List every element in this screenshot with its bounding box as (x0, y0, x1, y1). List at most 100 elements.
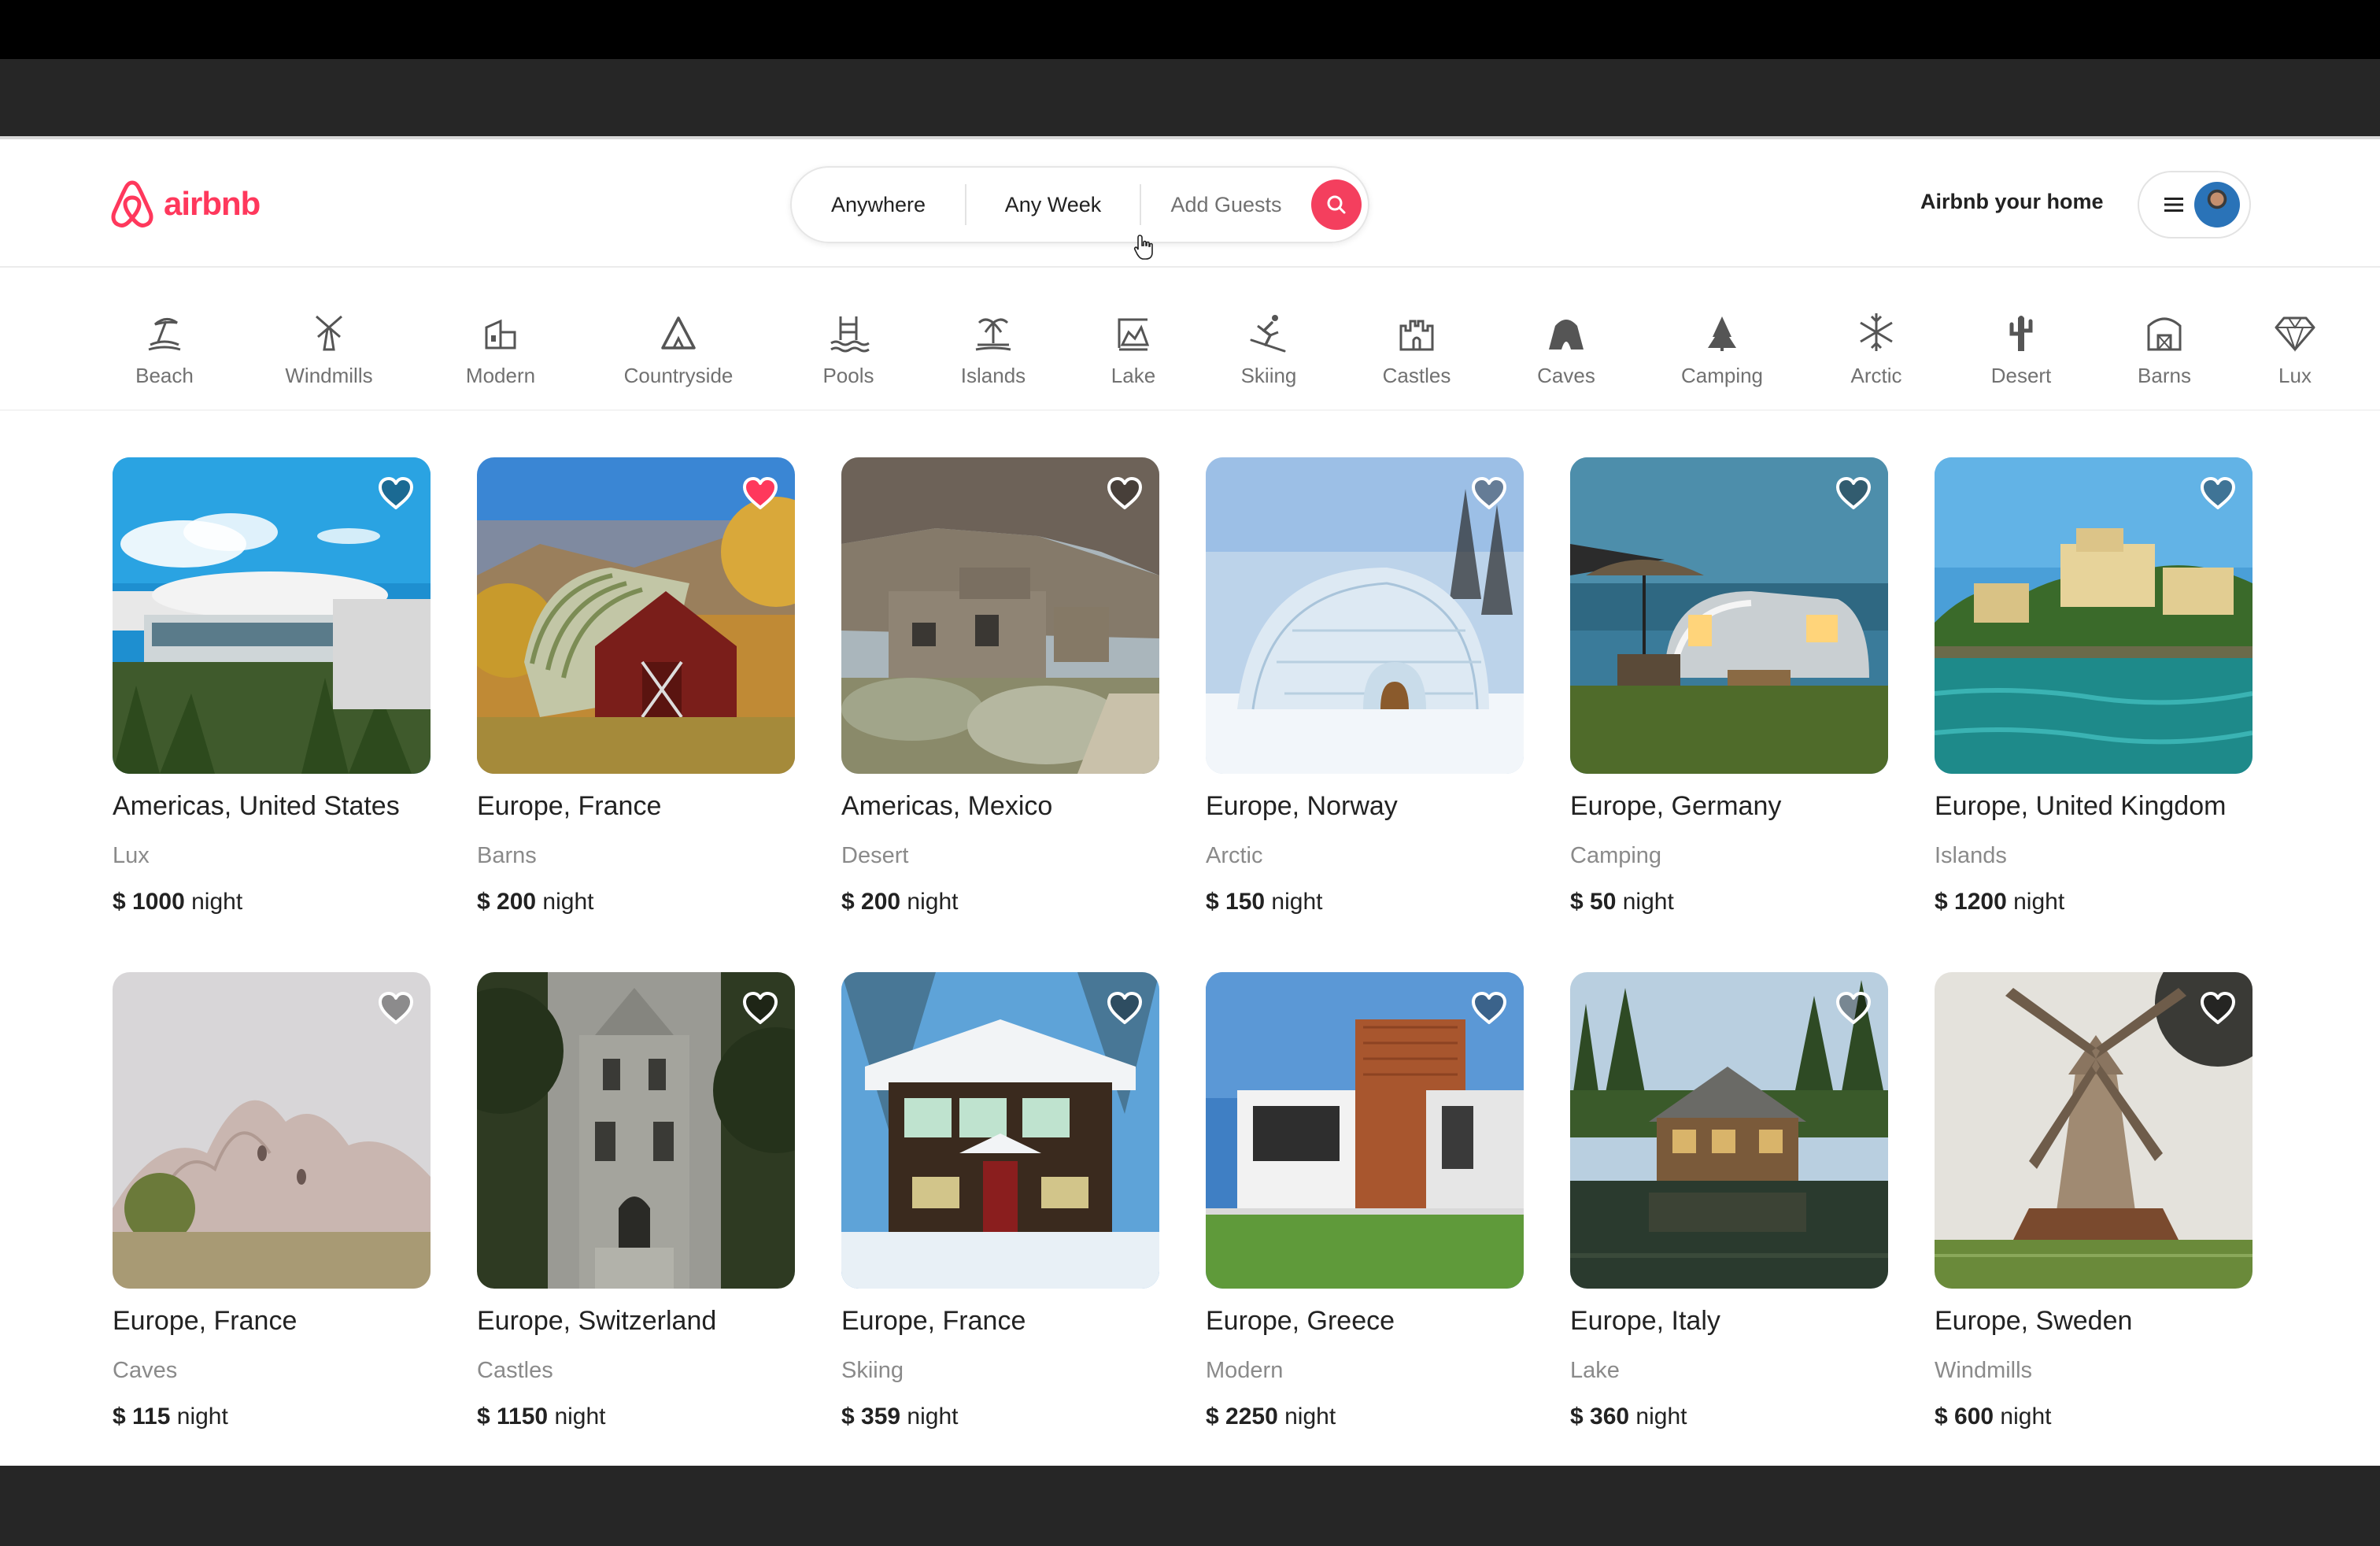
price-unit: night (542, 889, 594, 915)
search-week-button[interactable]: Any Week (966, 184, 1141, 225)
favorite-heart-icon[interactable] (377, 991, 415, 1026)
listing-location: Europe, France (477, 791, 662, 821)
search-location-button[interactable]: Anywhere (792, 184, 966, 225)
category-label: Windmills (285, 364, 373, 387)
listing-category: Lux (113, 843, 150, 868)
listing-category: Lake (1570, 1358, 1620, 1383)
favorite-heart-icon[interactable] (741, 476, 779, 511)
listing-price: $ 200 night (477, 889, 795, 920)
listing-price: $ 1150 night (477, 1404, 795, 1435)
listing-location: Europe, France (841, 1306, 1026, 1336)
listing-card[interactable]: Europe, Sweden Windmills $ 600 night (1935, 972, 2252, 1435)
favorite-heart-icon[interactable] (741, 991, 779, 1026)
favorite-heart-icon[interactable] (1106, 991, 1144, 1026)
category-castles[interactable]: Castles (1350, 310, 1484, 388)
listing-price: $ 600 night (1935, 1404, 2252, 1435)
category-arctic[interactable]: Arctic (1809, 310, 1943, 388)
listing-category: Windmills (1935, 1358, 2033, 1383)
windmill-icon (307, 310, 351, 354)
listing-card[interactable]: Americas, Mexico Desert $ 200 night (841, 457, 1159, 920)
listing-price: $ 50 night (1570, 889, 1888, 920)
favorite-heart-icon[interactable] (1106, 476, 1144, 511)
listing-photo[interactable] (1206, 457, 1524, 774)
airbnb-logo[interactable]: airbnb (110, 179, 261, 229)
favorite-heart-icon[interactable] (1835, 991, 1872, 1026)
listing-card[interactable]: Europe, Italy Lake $ 360 night (1570, 972, 1888, 1435)
favorite-heart-icon[interactable] (1470, 476, 1508, 511)
listing-card[interactable]: Europe, Switzerland Castles $ 1150 night (477, 972, 795, 1435)
category-modern[interactable]: Modern (434, 310, 567, 388)
user-menu-button[interactable] (2138, 171, 2251, 239)
favorite-heart-icon[interactable] (2199, 476, 2237, 511)
price-unit: night (176, 1404, 228, 1429)
listing-photo[interactable] (1935, 972, 2252, 1289)
listing-category: Barns (477, 843, 537, 868)
lake-icon (1111, 310, 1155, 354)
price-amount: $ 2250 (1206, 1404, 1278, 1429)
category-countryside[interactable]: Countryside (612, 310, 745, 388)
favorite-heart-icon[interactable] (377, 476, 415, 511)
listing-card[interactable]: Europe, Germany Camping $ 50 night (1570, 457, 1888, 920)
search-button[interactable] (1311, 179, 1362, 230)
category-label: Lake (1111, 364, 1156, 387)
category-caves[interactable]: Caves (1499, 310, 1633, 388)
listing-photo[interactable] (113, 457, 431, 774)
listing-photo[interactable] (841, 457, 1159, 774)
listing-photo[interactable] (1570, 457, 1888, 774)
category-label: Beach (135, 364, 194, 387)
favorite-heart-icon[interactable] (1835, 476, 1872, 511)
listing-category: Camping (1570, 843, 1662, 868)
listing-photo[interactable] (477, 972, 795, 1289)
hamburger-icon (2164, 198, 2183, 212)
browser-chrome (0, 59, 2380, 136)
listing-location: Americas, United States (113, 791, 400, 821)
listing-card[interactable]: Europe, Greece Modern $ 2250 night (1206, 972, 1524, 1435)
category-barns[interactable]: Barns (2097, 310, 2231, 388)
listing-photo[interactable] (1935, 457, 2252, 774)
castle-icon (1395, 310, 1439, 354)
category-camping[interactable]: Camping (1655, 310, 1789, 388)
search-guests-button[interactable]: Add Guests (1141, 184, 1311, 225)
category-label: Countryside (623, 364, 734, 387)
listing-card[interactable]: Europe, United Kingdom Islands $ 1200 nigh… (1935, 457, 2252, 920)
listing-photo[interactable] (1570, 972, 1888, 1289)
cave-icon (1544, 310, 1588, 354)
category-pools[interactable]: Pools (782, 310, 915, 388)
category-islands[interactable]: Islands (926, 310, 1060, 388)
listing-photo[interactable] (477, 457, 795, 774)
listing-photo[interactable] (1206, 972, 1524, 1289)
price-amount: $ 600 (1935, 1404, 1994, 1429)
price-unit: night (1284, 1404, 1336, 1429)
listing-photo[interactable] (841, 972, 1159, 1289)
listing-card[interactable]: Americas, United States Lux $ 1000 night (113, 457, 431, 920)
listing-location: Europe, Italy (1570, 1306, 1720, 1336)
favorite-heart-icon[interactable] (1470, 991, 1508, 1026)
price-unit: night (1271, 889, 1323, 915)
category-beach[interactable]: Beach (98, 310, 231, 388)
beach-icon (142, 310, 187, 354)
category-windmills[interactable]: Windmills (262, 310, 396, 388)
listing-card[interactable]: Europe, Norway Arctic $ 150 night (1206, 457, 1524, 920)
category-skiing[interactable]: Skiing (1202, 310, 1336, 388)
listing-card[interactable]: Europe, France Barns $ 200 night (477, 457, 795, 920)
price-amount: $ 150 (1206, 889, 1266, 915)
listing-card[interactable]: Europe, France Caves $ 115 night (113, 972, 431, 1435)
listing-location: Europe, United Kingdom (1935, 791, 2227, 821)
price-unit: night (1622, 889, 1674, 915)
category-label: Arctic (1850, 364, 1902, 387)
category-lux[interactable]: Lux (2228, 310, 2362, 388)
category-desert[interactable]: Desert (1954, 310, 2088, 388)
listing-photo[interactable] (113, 972, 431, 1289)
price-amount: $ 50 (1570, 889, 1617, 915)
category-lake[interactable]: Lake (1066, 310, 1200, 388)
listing-price: $ 200 night (841, 889, 1159, 920)
search-bar[interactable]: Anywhere Any Week Add Guests (790, 166, 1369, 243)
listing-price: $ 1200 night (1935, 889, 2252, 920)
category-label: Islands (960, 364, 1026, 387)
airbnb-logo-icon (110, 179, 154, 228)
favorite-heart-icon[interactable] (2199, 991, 2237, 1026)
skiing-icon (1247, 310, 1291, 354)
host-link[interactable]: Airbnb your home (1920, 190, 2104, 214)
price-amount: $ 1200 (1935, 889, 2007, 915)
listing-card[interactable]: Europe, France Skiing $ 359 night (841, 972, 1159, 1435)
